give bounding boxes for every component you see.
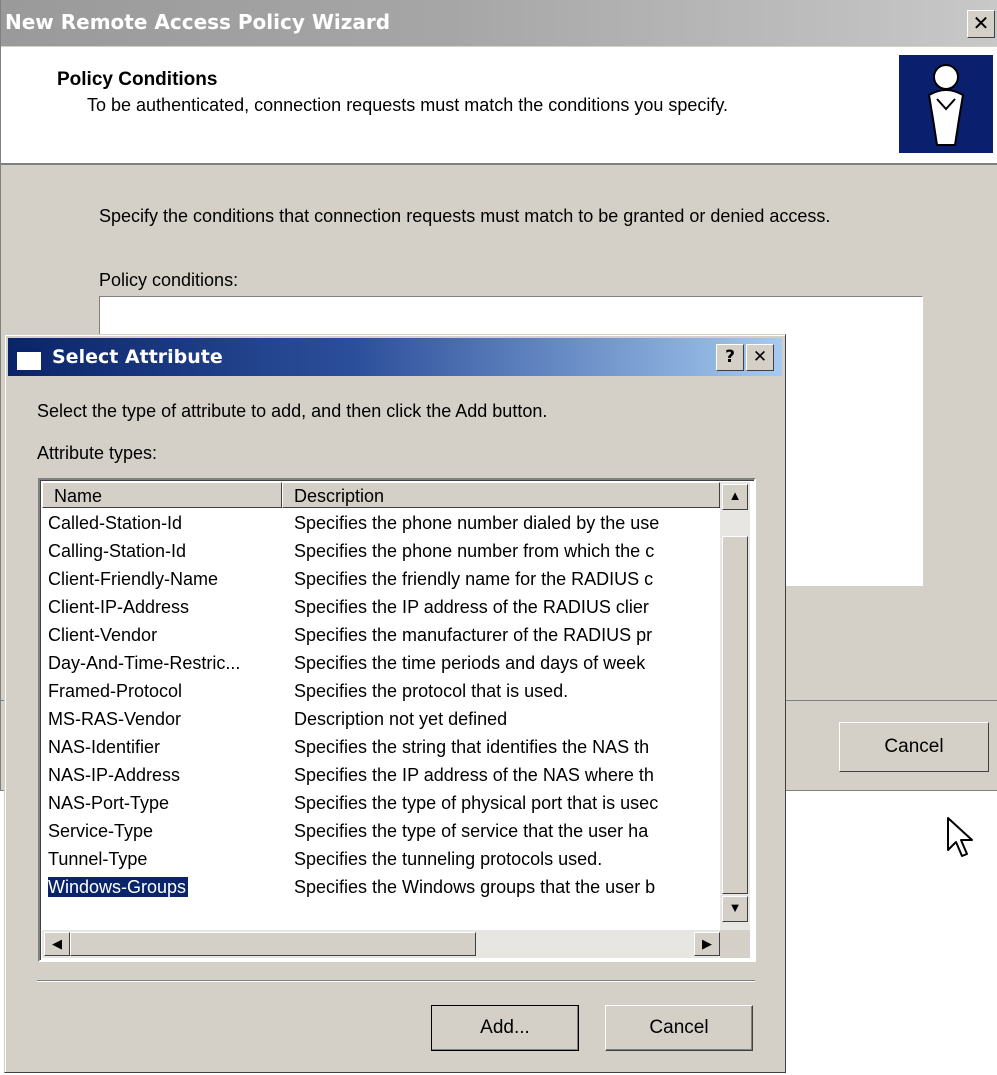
close-icon: ✕ xyxy=(752,347,768,367)
list-header: Name Description xyxy=(42,482,720,510)
scrollbar-corner xyxy=(720,930,750,958)
help-icon: ? xyxy=(725,347,735,367)
list-item[interactable]: Service-Type Specifies the type of servic… xyxy=(42,818,718,846)
wizard-heading: Policy Conditions xyxy=(57,69,218,90)
wizard-close-button[interactable]: ✕ xyxy=(967,10,995,38)
list-item[interactable]: Day-And-Time-Restric... Specifies the tim… xyxy=(42,650,718,678)
close-icon: ✕ xyxy=(972,11,990,35)
attribute-name: Tunnel-Type xyxy=(48,849,148,869)
arrow-down-icon: ▼ xyxy=(728,900,742,915)
list-item[interactable]: Calling-Station-Id Specifies the phone nu… xyxy=(42,538,718,566)
attribute-name: Called-Station-Id xyxy=(48,513,183,533)
attribute-description: Specifies the IP address of the RADIUS c… xyxy=(294,597,649,617)
attribute-name: Client-IP-Address xyxy=(48,597,190,617)
attribute-name: MS-RAS-Vendor xyxy=(48,709,182,729)
attribute-name: Day-And-Time-Restric... xyxy=(48,653,241,673)
list-item[interactable]: NAS-Port-Type Specifies the type of physi… xyxy=(42,790,718,818)
attribute-name: Windows-Groups xyxy=(48,876,190,898)
arrow-left-icon: ◀ xyxy=(52,936,62,951)
attribute-description: Specifies the string that identifies the… xyxy=(294,737,650,757)
attribute-description: Specifies the manufacturer of the RADIUS… xyxy=(294,625,653,645)
attribute-description: Specifies the friendly name for the RADI… xyxy=(294,569,654,589)
attribute-name: Framed-Protocol xyxy=(48,681,183,701)
horizontal-scroll-thumb[interactable] xyxy=(70,932,476,956)
attribute-name: NAS-IP-Address xyxy=(48,765,181,785)
wizard-titlebar[interactable]: New Remote Access Policy Wizard ✕ xyxy=(1,0,997,46)
column-header-description[interactable]: Description xyxy=(282,482,720,508)
arrow-right-icon: ▶ xyxy=(702,936,712,951)
list-item[interactable]: Framed-Protocol Specifies the protocol th… xyxy=(42,678,718,706)
help-button[interactable]: ? xyxy=(716,344,744,371)
attribute-name: Client-Friendly-Name xyxy=(48,569,219,589)
list-item[interactable]: MS-RAS-Vendor Description not yet defined xyxy=(42,706,718,734)
list-item[interactable]: Client-IP-Address Specifies the IP addres… xyxy=(42,594,718,622)
scroll-up-button[interactable]: ▲ xyxy=(722,484,748,510)
attribute-description: Specifies the type of physical port that… xyxy=(294,793,659,813)
wizard-instructions: Specify the conditions that connection r… xyxy=(99,206,831,226)
attribute-name: NAS-Port-Type xyxy=(48,793,170,813)
add-button[interactable]: Add... xyxy=(431,1005,579,1051)
list-item[interactable]: Client-Vendor Specifies the manufacturer … xyxy=(42,622,718,650)
wizard-cancel-button[interactable]: Cancel xyxy=(839,722,989,772)
dialog-divider xyxy=(37,980,755,982)
vertical-scroll-thumb[interactable] xyxy=(722,536,748,894)
list-item[interactable]: NAS-IP-Address Specifies the IP address o… xyxy=(42,762,718,790)
policy-conditions-label: Policy conditions: xyxy=(99,270,239,290)
list-item[interactable]: Called-Station-Id Specifies the phone num… xyxy=(42,510,718,538)
scroll-down-button[interactable]: ▼ xyxy=(722,896,748,922)
attribute-description: Specifies the time periods and days of w… xyxy=(294,653,646,673)
attribute-types-label: Attribute types: xyxy=(37,443,158,463)
dialog-titlebar[interactable]: Select Attribute ? ✕ xyxy=(8,338,782,376)
arrow-up-icon: ▲ xyxy=(728,488,742,503)
list-item[interactable]: NAS-Identifier Specifies the string that … xyxy=(42,734,718,762)
attribute-description: Specifies the protocol that is used. xyxy=(294,681,569,701)
scroll-right-button[interactable]: ▶ xyxy=(694,932,720,956)
list-item-selected[interactable]: Windows-Groups Specifies the Windows grou… xyxy=(42,874,718,902)
dialog-title: Select Attribute xyxy=(52,346,223,368)
list-item[interactable]: Tunnel-Type Specifies the tunneling proto… xyxy=(42,846,718,874)
wizard-title: New Remote Access Policy Wizard xyxy=(5,10,391,34)
attribute-description: Specifies the IP address of the NAS wher… xyxy=(294,765,654,785)
attribute-description: Specifies the Windows groups that the us… xyxy=(294,877,656,897)
window-icon xyxy=(17,348,41,370)
wizard-header: Policy Conditions To be authenticated, c… xyxy=(1,47,997,165)
attribute-description: Specifies the phone number dialed by the… xyxy=(294,513,660,533)
attribute-name: NAS-Identifier xyxy=(48,737,161,757)
attribute-name: Service-Type xyxy=(48,821,154,841)
list-item[interactable]: Client-Friendly-Name Specifies the friend… xyxy=(42,566,718,594)
mouse-pointer-icon xyxy=(947,817,973,857)
scroll-left-button[interactable]: ◀ xyxy=(44,932,70,956)
dialog-instruction: Select the type of attribute to add, and… xyxy=(37,401,548,421)
policy-user-icon xyxy=(899,55,993,153)
dialog-close-button[interactable]: ✕ xyxy=(746,344,774,371)
cancel-button[interactable]: Cancel xyxy=(605,1005,753,1051)
attribute-description: Specifies the type of service that the u… xyxy=(294,821,649,841)
attribute-description: Specifies the tunneling protocols used. xyxy=(294,849,603,869)
attribute-name: Calling-Station-Id xyxy=(48,541,187,561)
wizard-subheading: To be authenticated, connection requests… xyxy=(87,95,729,115)
attribute-rows: Called-Station-Id Specifies the phone num… xyxy=(42,510,718,902)
attribute-description: Description not yet defined xyxy=(294,709,508,729)
select-attribute-dialog: Select Attribute ? ✕ Select the type of … xyxy=(4,334,786,1073)
column-header-name[interactable]: Name xyxy=(42,482,282,508)
attribute-types-list[interactable]: Name Description Called-Station-Id Specif… xyxy=(38,478,756,962)
attribute-name: Client-Vendor xyxy=(48,625,158,645)
attribute-description: Specifies the phone number from which th… xyxy=(294,541,655,561)
